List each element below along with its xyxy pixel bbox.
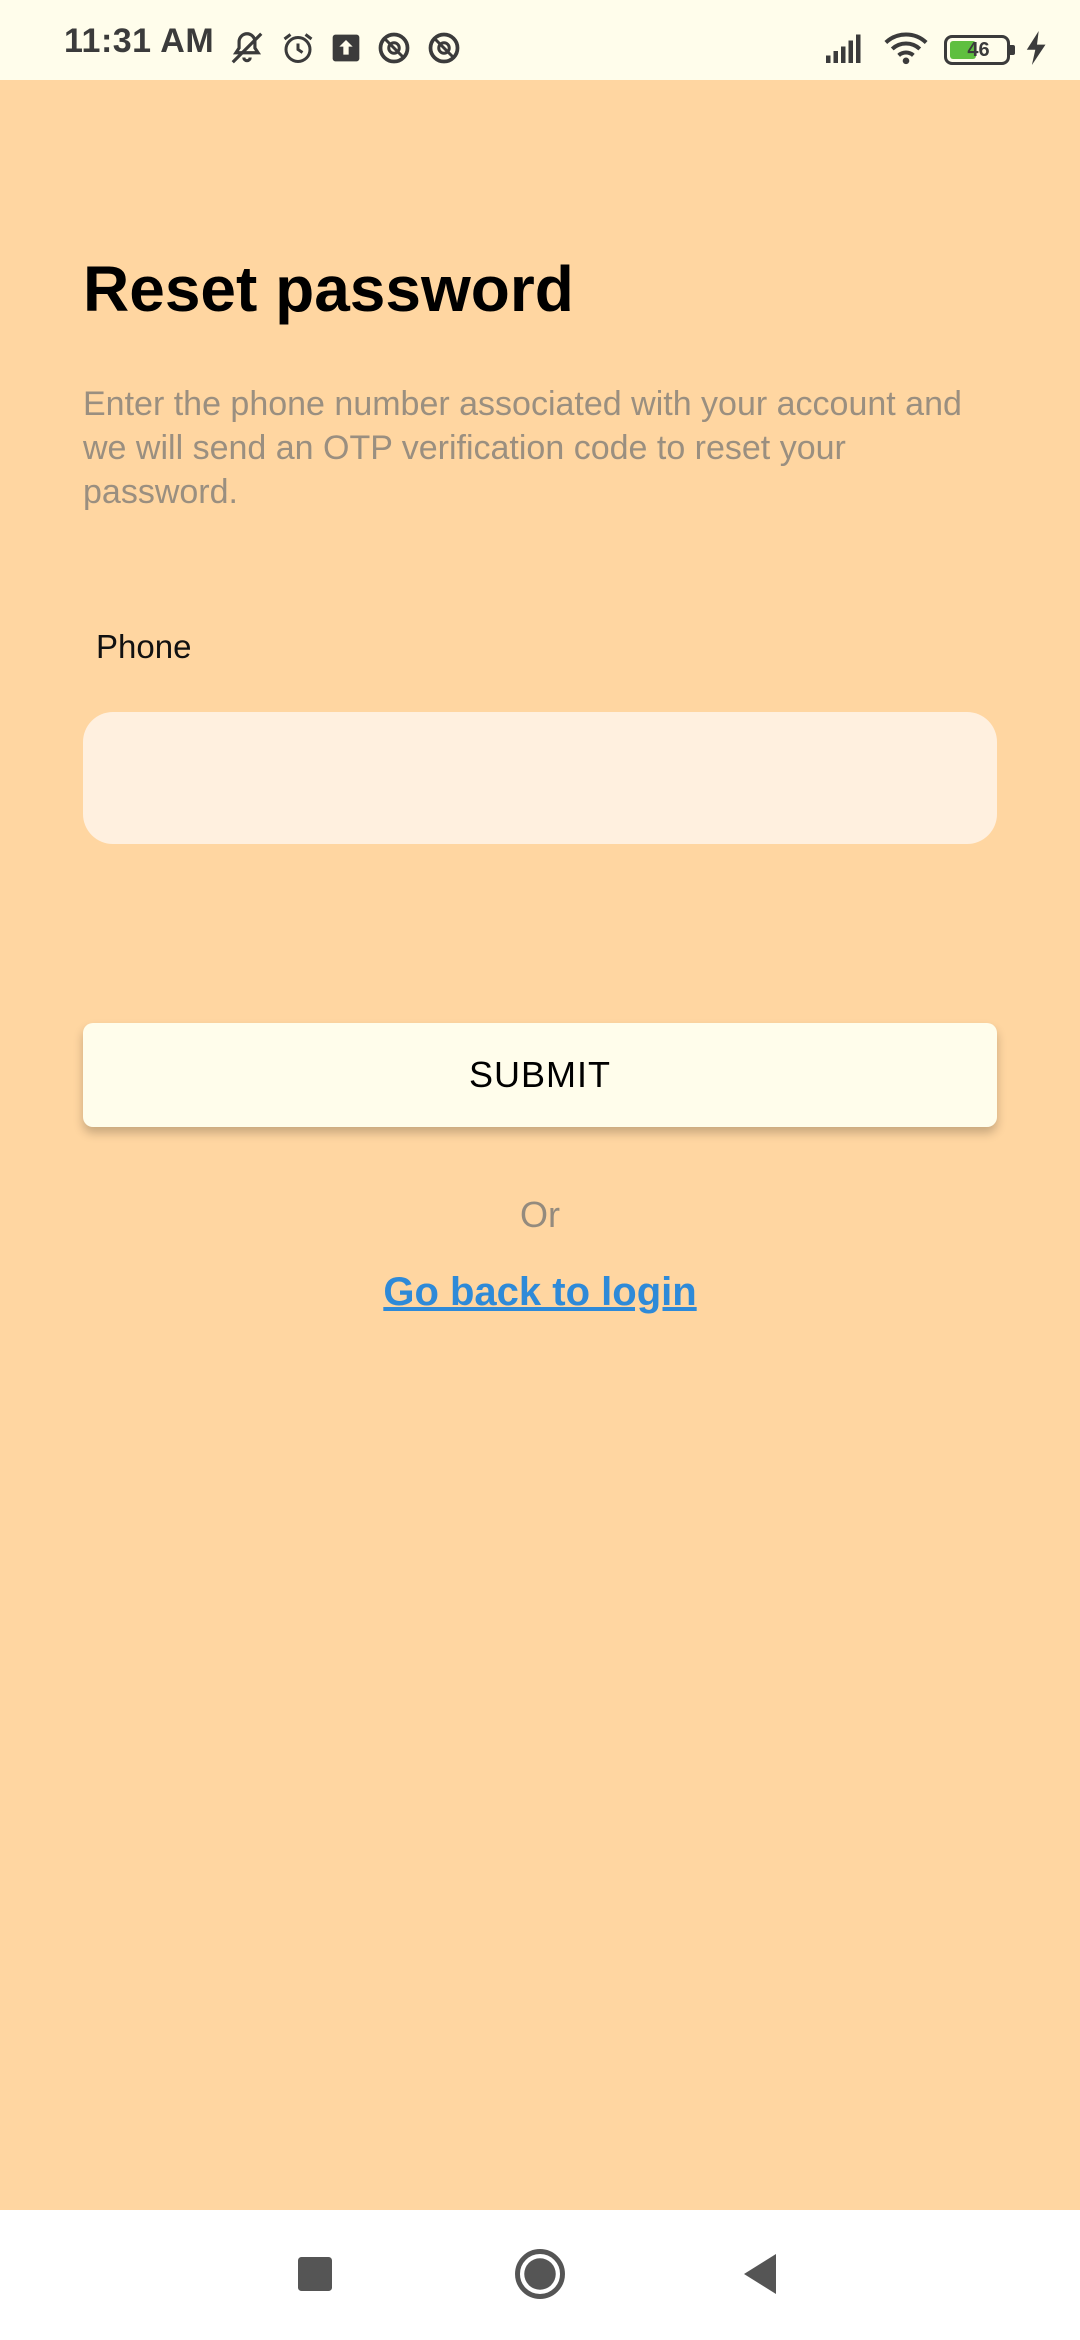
navigation-bar <box>0 2210 1080 2340</box>
phone-input[interactable] <box>83 712 997 844</box>
page-title: Reset password <box>83 253 574 325</box>
battery-level: 46 <box>967 38 990 61</box>
home-circle-icon <box>513 2247 567 2306</box>
vpn-icon <box>376 30 412 71</box>
back-button[interactable] <box>724 2240 796 2312</box>
mute-icon <box>228 29 266 72</box>
status-icons-left <box>228 30 462 70</box>
or-separator: Or <box>520 1194 560 1235</box>
go-back-to-login-link[interactable]: Go back to login <box>0 1270 1080 1315</box>
charging-icon <box>1026 30 1048 70</box>
alarm-icon <box>280 30 316 71</box>
battery-nub <box>1010 45 1015 55</box>
vpn-icon <box>426 30 462 71</box>
status-bar: 11:31 AM 46 <box>0 0 1080 80</box>
phone-label: Phone <box>96 628 192 665</box>
battery-icon: 46 <box>944 35 1015 65</box>
back-triangle-icon <box>740 2253 780 2299</box>
submit-button[interactable]: SUBMIT <box>83 1023 997 1127</box>
wifi-icon <box>884 31 928 70</box>
recents-square-icon <box>298 2256 332 2296</box>
status-time: 11:31 AM <box>64 22 215 60</box>
upload-icon <box>330 32 362 69</box>
status-icons-right: 46 <box>826 30 1048 70</box>
signal-icon <box>826 32 868 69</box>
home-button[interactable] <box>504 2240 576 2312</box>
recents-button[interactable] <box>279 2240 351 2312</box>
page-description: Enter the phone number associated with y… <box>83 385 962 511</box>
